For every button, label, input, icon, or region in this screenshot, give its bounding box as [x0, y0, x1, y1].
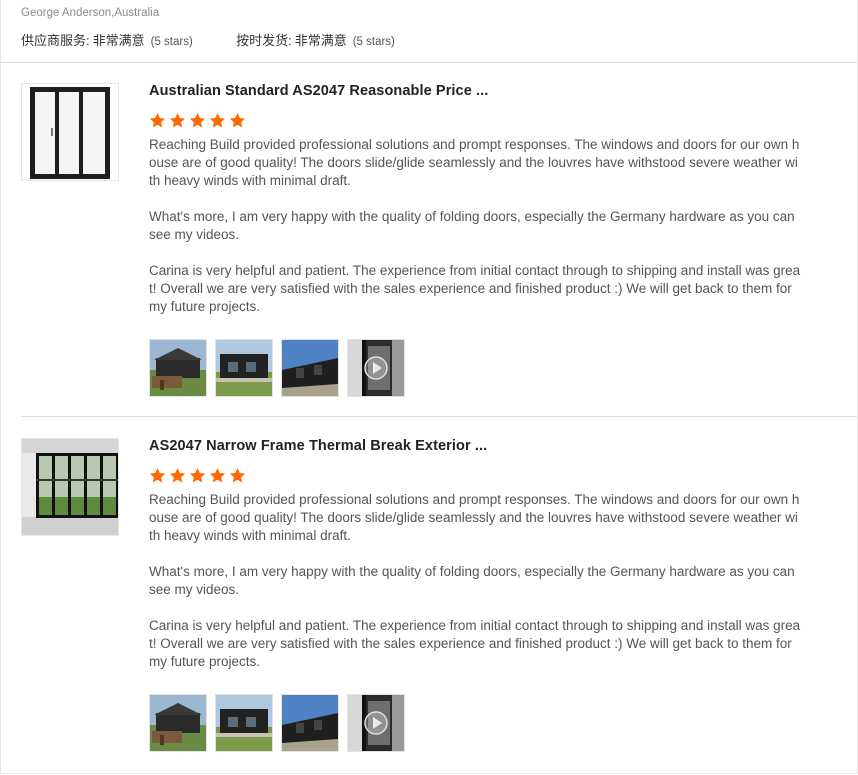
- review-paragraph: What's more, I am very happy with the qu…: [149, 209, 795, 242]
- star-icon: [189, 113, 206, 128]
- review-photo-thumbnail[interactable]: [215, 339, 273, 397]
- reviewer-name: George Anderson,Australia: [21, 7, 160, 19]
- star-icon: [209, 468, 226, 483]
- product-image-sliding-door[interactable]: [21, 83, 119, 181]
- review-paragraph: Reaching Build provided professional sol…: [149, 492, 800, 543]
- product-title-link[interactable]: Australian Standard AS2047 Reasonable Pr…: [149, 83, 488, 99]
- star-icon: [169, 113, 186, 128]
- rating-stars-supplier-service: (5 stars): [150, 36, 193, 48]
- review-item: AS2047 Narrow Frame Thermal Break Exteri…: [21, 438, 841, 758]
- rating-stars-on-time-delivery: (5 stars): [352, 36, 395, 48]
- rating-label-supplier-service: 供应商服务:: [21, 33, 90, 48]
- star-icon: [149, 113, 166, 128]
- review-paragraph: Carina is very helpful and patient. The …: [149, 263, 801, 314]
- star-icon: [169, 468, 186, 483]
- review-photo-thumbnail[interactable]: [281, 339, 339, 397]
- rating-label-on-time-delivery: 按时发货:: [236, 33, 292, 48]
- review-divider: [21, 416, 857, 417]
- review-photo-thumbnail[interactable]: [215, 694, 273, 752]
- video-thumbnail[interactable]: [347, 694, 405, 752]
- supplier-ratings: 供应商服务: 非常满意 (5 stars) 按时发货: 非常满意 (5 stars): [21, 30, 395, 49]
- star-icon: [229, 468, 246, 483]
- review-item: Australian Standard AS2047 Reasonable Pr…: [21, 83, 841, 403]
- star-rating: [149, 112, 246, 129]
- product-image-folding-door[interactable]: [21, 438, 119, 536]
- review-media: [149, 694, 405, 752]
- star-icon: [229, 113, 246, 128]
- review-photo-thumbnail[interactable]: [149, 339, 207, 397]
- review-paragraph: Reaching Build provided professional sol…: [149, 137, 800, 188]
- star-icon: [189, 468, 206, 483]
- video-thumbnail[interactable]: [347, 339, 405, 397]
- header-divider: [1, 62, 857, 63]
- review-media: [149, 339, 405, 397]
- review-paragraph: What's more, I am very happy with the qu…: [149, 564, 795, 597]
- review-paragraph: Carina is very helpful and patient. The …: [149, 618, 801, 669]
- review-photo-thumbnail[interactable]: [149, 694, 207, 752]
- star-icon: [149, 468, 166, 483]
- product-title-link[interactable]: AS2047 Narrow Frame Thermal Break Exteri…: [149, 438, 487, 454]
- rating-value-on-time-delivery: 非常满意: [294, 33, 347, 48]
- review-text: Reaching Build provided professional sol…: [149, 491, 801, 689]
- review-text: Reaching Build provided professional sol…: [149, 136, 801, 334]
- rating-value-supplier-service: 非常满意: [92, 33, 145, 48]
- star-rating: [149, 467, 246, 484]
- star-icon: [209, 113, 226, 128]
- review-photo-thumbnail[interactable]: [281, 694, 339, 752]
